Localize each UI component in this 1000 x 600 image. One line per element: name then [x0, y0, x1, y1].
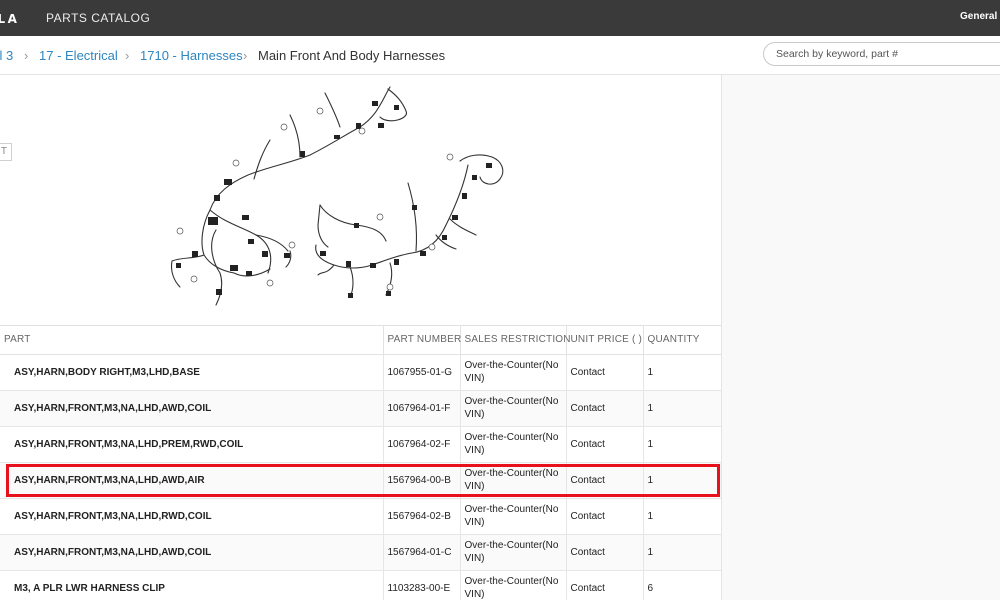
side-panel	[721, 75, 1000, 600]
column-header-sales-restriction[interactable]: SALES RESTRICTION	[460, 326, 571, 355]
quantity: 1	[643, 534, 721, 571]
breadcrumb-current: Main Front And Body Harnesses	[258, 48, 446, 63]
catalog-selector[interactable]: General Parts	[960, 11, 1000, 22]
quantity: 1	[643, 462, 721, 499]
catalog-title[interactable]: PARTS CATALOG	[46, 11, 150, 25]
table-row[interactable]: ASY,HARN,FRONT,M3,NA,LHD,AWD,COIL 156796…	[0, 534, 721, 571]
table-row[interactable]: ASY,HARN,FRONT,M3,NA,LHD,PREM,RWD,COIL 1…	[0, 426, 721, 463]
table-row[interactable]: ASY,HARN,FRONT,M3,NA,LHD,RWD,COIL 156796…	[0, 498, 721, 535]
breadcrumb-subcategory[interactable]: 1710 - Harnesses	[140, 48, 243, 63]
column-header-part[interactable]: PART	[0, 326, 384, 355]
part-number: 1067964-01-F	[383, 390, 461, 427]
quantity: 1	[643, 426, 721, 463]
part-name[interactable]: ASY,HARN,FRONT,M3,NA,LHD,RWD,COIL	[0, 498, 384, 535]
part-name[interactable]: ASY,HARN,BODY RIGHT,M3,LHD,BASE	[0, 354, 384, 391]
breadcrumb: Model 3 › 17 - Electrical › 1710 - Harne…	[0, 36, 1000, 75]
part-number: 1067964-02-F	[383, 426, 461, 463]
part-name[interactable]: ASY,HARN,FRONT,M3,NA,LHD,AWD,COIL	[0, 390, 384, 427]
unit-price: Contact	[566, 534, 644, 571]
part-number: 1567964-01-C	[383, 534, 461, 571]
part-number: 1067955-01-G	[383, 354, 461, 391]
breadcrumb-separator: ›	[243, 48, 248, 63]
table-row[interactable]: ASY,HARN,BODY RIGHT,M3,LHD,BASE 1067955-…	[0, 354, 721, 391]
sales-restriction: Over-the-Counter(No VIN)	[460, 498, 567, 535]
column-header-quantity[interactable]: QUANTITY	[643, 326, 721, 355]
part-number: 1103283-00-E	[383, 570, 461, 600]
tesla-logo[interactable]: TESLA	[0, 10, 36, 24]
breadcrumb-category[interactable]: 17 - Electrical	[39, 48, 118, 63]
sales-restriction: Over-the-Counter(No VIN)	[460, 570, 567, 600]
column-header-part-number[interactable]: PART NUMBER	[383, 326, 461, 355]
part-number: 1567964-02-B	[383, 498, 461, 535]
breadcrumb-separator: ›	[24, 48, 29, 63]
harness-diagram[interactable]	[150, 75, 530, 315]
unit-price: Contact	[566, 462, 644, 499]
unit-price: Contact	[566, 390, 644, 427]
unit-price: Contact	[566, 426, 644, 463]
sales-restriction: Over-the-Counter(No VIN)	[460, 462, 567, 499]
search-box[interactable]	[763, 42, 1000, 66]
quantity: 1	[643, 354, 721, 391]
sales-restriction: Over-the-Counter(No VIN)	[460, 390, 567, 427]
breadcrumb-separator: ›	[125, 48, 130, 63]
search-input[interactable]	[776, 47, 1000, 61]
sales-restriction: Over-the-Counter(No VIN)	[460, 534, 567, 571]
top-bar: TESLA PARTS CATALOG General Parts	[0, 0, 1000, 36]
quantity: 1	[643, 498, 721, 535]
part-name[interactable]: M3, A PLR LWR HARNESS CLIP	[0, 570, 384, 600]
part-name[interactable]: ASY,HARN,FRONT,M3,NA,LHD,AWD,AIR	[0, 462, 384, 499]
quantity: 6	[643, 570, 721, 600]
unit-price: Contact	[566, 570, 644, 600]
unit-price: Contact	[566, 498, 644, 535]
table-row[interactable]: M3, A PLR LWR HARNESS CLIP 1103283-00-E …	[0, 570, 721, 600]
breadcrumb-model[interactable]: Model 3	[0, 48, 13, 63]
parts-table: PART PART NUMBER SALES RESTRICTION UNIT …	[0, 325, 721, 600]
sales-restriction: Over-the-Counter(No VIN)	[460, 354, 567, 391]
quantity: 1	[643, 390, 721, 427]
diagram-toggle-button[interactable]: T	[0, 143, 12, 161]
table-row-highlighted[interactable]: ASY,HARN,FRONT,M3,NA,LHD,AWD,AIR 1567964…	[0, 462, 721, 499]
unit-price: Contact	[566, 354, 644, 391]
part-name[interactable]: ASY,HARN,FRONT,M3,NA,LHD,PREM,RWD,COIL	[0, 426, 384, 463]
part-number: 1567964-00-B	[383, 462, 461, 499]
sales-restriction: Over-the-Counter(No VIN)	[460, 426, 567, 463]
part-name[interactable]: ASY,HARN,FRONT,M3,NA,LHD,AWD,COIL	[0, 534, 384, 571]
parts-diagram-area: T	[0, 75, 721, 325]
table-row[interactable]: ASY,HARN,FRONT,M3,NA,LHD,AWD,COIL 106796…	[0, 390, 721, 427]
table-header-row: PART PART NUMBER SALES RESTRICTION UNIT …	[0, 326, 721, 355]
column-header-unit-price[interactable]: UNIT PRICE ( )	[566, 326, 644, 355]
